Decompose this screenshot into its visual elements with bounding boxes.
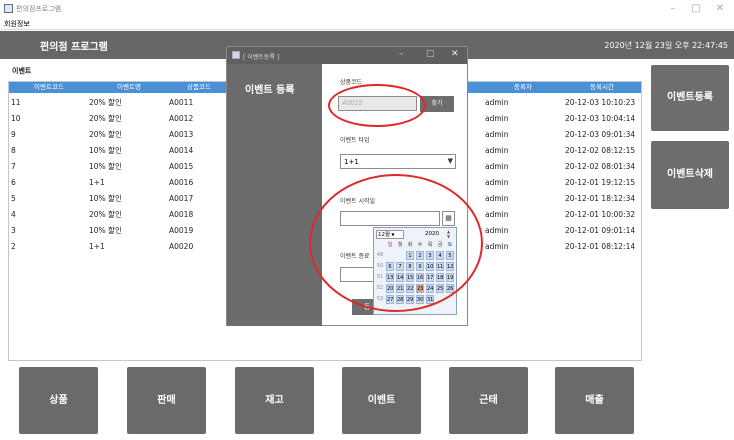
dialog-heading: 이벤트 등록 — [245, 85, 295, 96]
window-title-bar: 편의점프로그램 – □ ✕ — [0, 0, 734, 18]
dialog-icon — [232, 51, 240, 59]
table-cell: 10% 할인 — [89, 162, 122, 171]
app-icon — [4, 4, 13, 13]
highlight-circle — [309, 174, 483, 312]
app-title: 편의점 프로그램 — [40, 42, 108, 53]
event-type-select[interactable]: 1+1 ▼ — [340, 154, 456, 169]
table-cell: A0016 — [169, 178, 194, 187]
table-cell: 6 — [11, 178, 16, 187]
column-header[interactable]: 상품코드 — [169, 82, 229, 93]
dialog-maximize-icon[interactable]: □ — [426, 49, 435, 59]
register-event-button[interactable]: 이벤트등록 — [651, 65, 729, 131]
dialog-title-bar: [ 이벤트등록 ] – □ ✕ — [227, 47, 467, 64]
table-cell: admin — [485, 194, 509, 203]
table-cell: 20-12-02 08:01:34 — [565, 162, 636, 171]
table-cell: 20% 할인 — [89, 130, 122, 139]
dialog-title: [ 이벤트등록 ] — [243, 54, 280, 61]
table-cell: A0015 — [169, 162, 194, 171]
chevron-down-icon: ▼ — [447, 157, 453, 165]
table-cell: 1+1 — [89, 178, 105, 187]
table-cell: 4 — [11, 210, 16, 219]
table-cell: 10% 할인 — [89, 146, 122, 155]
table-cell: admin — [485, 130, 509, 139]
table-cell: A0018 — [169, 210, 194, 219]
table-cell: 5 — [11, 194, 16, 203]
table-cell: admin — [485, 178, 509, 187]
nav-revenue-button[interactable]: 매출 — [555, 367, 634, 434]
column-header[interactable]: 등록시간 — [563, 82, 641, 93]
nav-sales-button[interactable]: 판매 — [127, 367, 206, 434]
menu-item-member[interactable]: 회원정보 — [4, 20, 30, 28]
table-cell: admin — [485, 226, 509, 235]
column-header[interactable]: 이벤트명 — [89, 82, 169, 93]
table-cell: A0013 — [169, 130, 194, 139]
table-cell: 20-12-01 19:12:15 — [565, 178, 636, 187]
current-datetime: 2020년 12월 23일 오후 22:47:45 — [604, 41, 728, 50]
section-title: 이벤트 — [12, 67, 32, 75]
table-cell: 1+1 — [89, 242, 105, 251]
table-cell: admin — [485, 146, 509, 155]
table-cell: 20% 할인 — [89, 210, 122, 219]
table-cell: 20% 할인 — [89, 98, 122, 107]
dialog-minimize-icon[interactable]: – — [399, 49, 404, 59]
table-cell: 3 — [11, 226, 16, 235]
table-cell: A0011 — [169, 98, 194, 107]
table-cell: 20-12-01 18:12:34 — [565, 194, 636, 203]
close-icon[interactable]: ✕ — [713, 2, 727, 16]
table-cell: A0012 — [169, 114, 194, 123]
table-cell: admin — [485, 242, 509, 251]
table-cell: admin — [485, 210, 509, 219]
table-cell: 20% 할인 — [89, 114, 122, 123]
highlight-circle — [328, 84, 426, 127]
menu-bar: 회원정보 — [0, 18, 734, 30]
table-cell: 9 — [11, 130, 16, 139]
table-cell: 20-12-03 09:01:34 — [565, 130, 636, 139]
table-cell: admin — [485, 98, 509, 107]
table-cell: 10% 할인 — [89, 226, 122, 235]
table-cell: A0017 — [169, 194, 194, 203]
table-cell: 10% 할인 — [89, 194, 122, 203]
table-cell: 20-12-01 09:01:14 — [565, 226, 636, 235]
table-cell: 20-12-01 10:00:32 — [565, 210, 636, 219]
table-cell: 20-12-01 08:12:14 — [565, 242, 636, 251]
maximize-icon[interactable]: □ — [689, 2, 703, 16]
table-cell: 11 — [11, 98, 21, 107]
nav-stock-button[interactable]: 재고 — [235, 367, 314, 434]
nav-event-button[interactable]: 이벤트 — [342, 367, 421, 434]
table-cell: A0014 — [169, 146, 194, 155]
delete-event-button[interactable]: 이벤트삭제 — [651, 141, 729, 209]
nav-product-button[interactable]: 상품 — [19, 367, 98, 434]
table-cell: 2 — [11, 242, 16, 251]
nav-attendance-button[interactable]: 근태 — [449, 367, 528, 434]
column-header[interactable]: 이벤트코드 — [9, 82, 89, 93]
window-title: 편의점프로그램 — [16, 5, 62, 13]
column-header[interactable]: 등록자 — [483, 82, 563, 93]
dialog-close-icon[interactable]: ✕ — [451, 49, 459, 59]
event-type-value: 1+1 — [344, 158, 359, 166]
table-cell: A0019 — [169, 226, 194, 235]
dialog-side-panel: 이벤트 등록 — [227, 64, 322, 326]
table-cell: A0020 — [169, 242, 194, 251]
table-cell: admin — [485, 162, 509, 171]
table-cell: 10 — [11, 114, 21, 123]
table-cell: 20-12-02 08:12:15 — [565, 146, 636, 155]
table-cell: admin — [485, 114, 509, 123]
table-cell: 7 — [11, 162, 16, 171]
table-cell: 8 — [11, 146, 16, 155]
event-type-label: 이벤트 타입 — [340, 137, 370, 144]
table-cell: 20-12-03 10:10:23 — [565, 98, 636, 107]
table-cell: 20-12-03 10:04:14 — [565, 114, 636, 123]
minimize-icon[interactable]: – — [666, 2, 680, 16]
